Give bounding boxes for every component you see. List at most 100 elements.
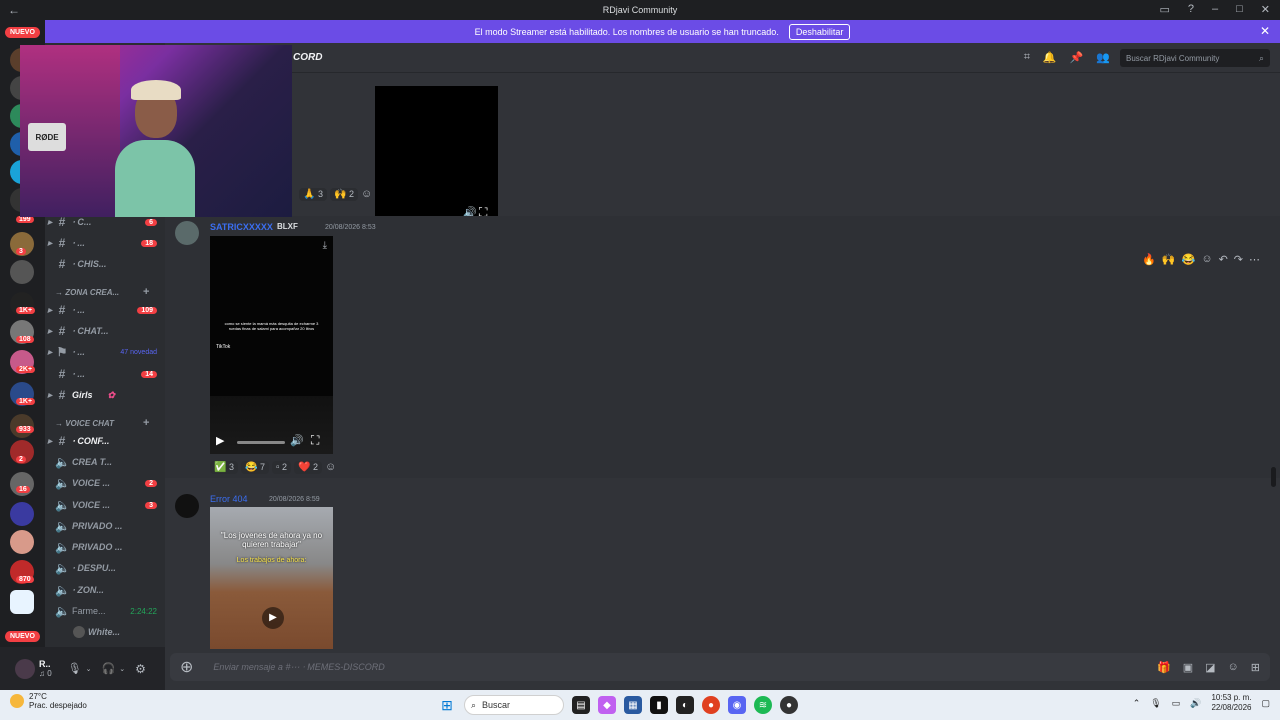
channel-item[interactable]: ▶ # ⋅ CONF... xyxy=(45,431,165,451)
apps-icon[interactable]: ⊞ xyxy=(1251,661,1260,674)
play-icon[interactable]: ▶ xyxy=(262,607,284,629)
username[interactable]: Error 404 xyxy=(210,494,248,504)
channel-item[interactable]: # ⋅ CHIS... xyxy=(45,254,165,274)
voice-channel-item[interactable]: 🔈 ⋅ DESPU... xyxy=(45,558,165,578)
channel-item[interactable]: ▶ # ⋅ ... 18 xyxy=(45,233,165,253)
voice-channel-item[interactable]: 🔈 VOICE ... 2 xyxy=(45,473,165,493)
inbox-icon[interactable]: ▭ xyxy=(1159,3,1169,16)
server-icon[interactable] xyxy=(10,590,34,614)
app-icon[interactable]: ◐ xyxy=(676,696,694,714)
add-reaction-icon[interactable]: ☺ xyxy=(361,188,372,200)
chevron-down-icon[interactable]: ⌄ xyxy=(86,665,92,673)
chrome-icon[interactable]: ● xyxy=(702,696,720,714)
reaction[interactable]: ▫ 2 xyxy=(271,460,292,474)
volume-icon[interactable]: 🔊 xyxy=(290,434,304,447)
reaction-laugh-icon[interactable]: 😂 xyxy=(1182,253,1196,266)
video-attachment[interactable]: ⤓ como se siente la mamá más desquita de… xyxy=(210,236,333,454)
copilot-icon[interactable]: ◆ xyxy=(598,696,616,714)
maximize-icon[interactable]: □ xyxy=(1236,3,1243,16)
disable-button[interactable]: Deshabilitar xyxy=(788,23,851,40)
reaction[interactable]: ❤️ 2 xyxy=(294,460,323,474)
voice-channel-item[interactable]: 🔈 PRIVADO ... xyxy=(45,537,165,557)
add-reaction-icon[interactable]: ☺ xyxy=(325,461,336,473)
channel-item[interactable]: ▶ # ⋅ ... 109 xyxy=(45,300,165,320)
spotify-icon[interactable]: ≋ xyxy=(754,696,772,714)
members-icon[interactable]: 👥 xyxy=(1096,51,1110,64)
voice-channel-item[interactable]: 🔈 ⋅ ZON... xyxy=(45,580,165,600)
reaction[interactable]: 🙌 2 xyxy=(329,187,358,201)
bell-icon[interactable]: 🔔 xyxy=(1043,51,1057,64)
avatar[interactable] xyxy=(175,221,199,245)
pin-icon[interactable]: 📌 xyxy=(1070,51,1084,64)
voice-channel-item[interactable]: 🔈 Farme... 2:24:22 xyxy=(45,601,165,621)
category-zona-creadores[interactable]: → ZONA CREA... + xyxy=(55,286,149,298)
chevron-down-icon[interactable]: ⌄ xyxy=(119,665,125,673)
server-icon[interactable] xyxy=(10,260,34,284)
avatar[interactable] xyxy=(15,658,35,679)
message-composer[interactable]: ⊕ Enviar mensaje a #⋯ ⋅ MEMES-DISCORD 🎁 … xyxy=(170,653,1270,681)
volume-icon[interactable]: 🔊 xyxy=(1190,698,1201,709)
discord-icon[interactable]: ◉ xyxy=(728,696,746,714)
threads-icon[interactable]: ⌗ xyxy=(1024,51,1030,64)
minimize-icon[interactable]: – xyxy=(1212,3,1218,16)
windows-start-icon[interactable]: ⊞ xyxy=(438,696,456,714)
taskview-icon[interactable]: ▤ xyxy=(572,696,590,714)
app-icon[interactable]: ● xyxy=(780,696,798,714)
channel-item-girls[interactable]: ▶ # Girls ✿ xyxy=(45,385,165,405)
sticker-icon[interactable]: ◪ xyxy=(1205,661,1215,674)
emoji-icon[interactable]: ☺ xyxy=(1228,661,1239,674)
add-reaction-icon[interactable]: ☺ xyxy=(1201,253,1212,266)
avatar[interactable] xyxy=(175,494,199,518)
microphone-icon[interactable]: 🎙 xyxy=(1150,698,1161,709)
close-window-icon[interactable]: ✕ xyxy=(1261,3,1270,16)
notification-icon[interactable]: ▢ xyxy=(1261,698,1270,709)
back-arrow-icon[interactable]: ← xyxy=(8,3,20,17)
add-channel-icon[interactable]: + xyxy=(143,286,149,298)
video-attachment[interactable]: "Los jovenes de ahora ya no quieren trab… xyxy=(210,507,333,649)
category-voice-chat[interactable]: → VOICE CHAT + xyxy=(55,417,149,429)
server-icon[interactable] xyxy=(10,530,34,554)
channel-item[interactable]: ▶ # ⋅ CHAT... xyxy=(45,321,165,341)
more-icon[interactable]: ⋯ xyxy=(1249,253,1260,266)
clock[interactable]: 10:53 p. m. 22/08/2026 xyxy=(1211,693,1251,713)
server-icon[interactable] xyxy=(10,502,34,526)
message-input[interactable]: Enviar mensaje a #⋯ ⋅ MEMES-DISCORD xyxy=(213,662,384,673)
microphone-icon[interactable]: 🎙 xyxy=(68,662,82,675)
reaction[interactable]: ✅ 3 xyxy=(210,460,238,474)
wifi-icon[interactable]: ▭ xyxy=(1172,698,1181,709)
reaction[interactable]: 🙏 3 xyxy=(299,187,327,201)
search-input[interactable]: Buscar RDjavi Community ⌕ xyxy=(1120,49,1270,67)
progress-bar[interactable] xyxy=(237,441,285,444)
reaction-fire-icon[interactable]: 🔥 xyxy=(1142,253,1156,266)
voice-member-item[interactable]: White... xyxy=(45,622,165,642)
gear-icon[interactable]: ⚙ xyxy=(135,662,146,676)
scrollbar[interactable] xyxy=(1271,467,1276,487)
taskbar-search[interactable]: ⌕ Buscar xyxy=(464,695,564,715)
add-attachment-icon[interactable]: ⊕ xyxy=(180,657,193,677)
reaction-hands-icon[interactable]: 🙌 xyxy=(1162,253,1176,266)
headphones-icon[interactable]: 🎧 xyxy=(102,662,116,675)
voice-channel-item[interactable]: 🔈 VOICE ... 3 xyxy=(45,495,165,515)
channel-item[interactable]: # ⋅ ... 14 xyxy=(45,364,165,384)
fullscreen-icon[interactable]: ⛶ xyxy=(311,433,319,448)
reply-icon[interactable]: ↶ xyxy=(1219,253,1228,266)
weather-widget[interactable]: 27°C Prac. despejado xyxy=(10,692,87,710)
reaction[interactable]: 😂 7 xyxy=(240,460,269,474)
gift-icon[interactable]: 🎁 xyxy=(1157,661,1171,674)
server-badge: 16 xyxy=(16,486,30,493)
close-icon[interactable]: ✕ xyxy=(1260,24,1270,38)
chevron-up-icon[interactable]: ⌃ xyxy=(1133,698,1141,709)
play-icon[interactable]: ▶ xyxy=(216,434,224,447)
terminal-icon[interactable]: ▮ xyxy=(650,696,668,714)
voice-channel-item[interactable]: 🔈 PRIVADO ... xyxy=(45,516,165,536)
voice-channel-item[interactable]: 🔈 CREA T... xyxy=(45,452,165,472)
add-channel-icon[interactable]: + xyxy=(143,417,149,429)
forward-icon[interactable]: ↷ xyxy=(1234,253,1243,266)
video-attachment[interactable]: 🔊 ⛶ xyxy=(375,86,498,223)
channel-item[interactable]: ▶ ⚑ ⋅ ... 47 novedad xyxy=(45,342,165,362)
gif-icon[interactable]: ▣ xyxy=(1183,661,1193,674)
help-icon[interactable]: ? xyxy=(1188,3,1194,16)
download-icon[interactable]: ⤓ xyxy=(323,240,327,251)
explorer-icon[interactable]: ▦ xyxy=(624,696,642,714)
username[interactable]: SATRICXXXXX xyxy=(210,222,273,232)
